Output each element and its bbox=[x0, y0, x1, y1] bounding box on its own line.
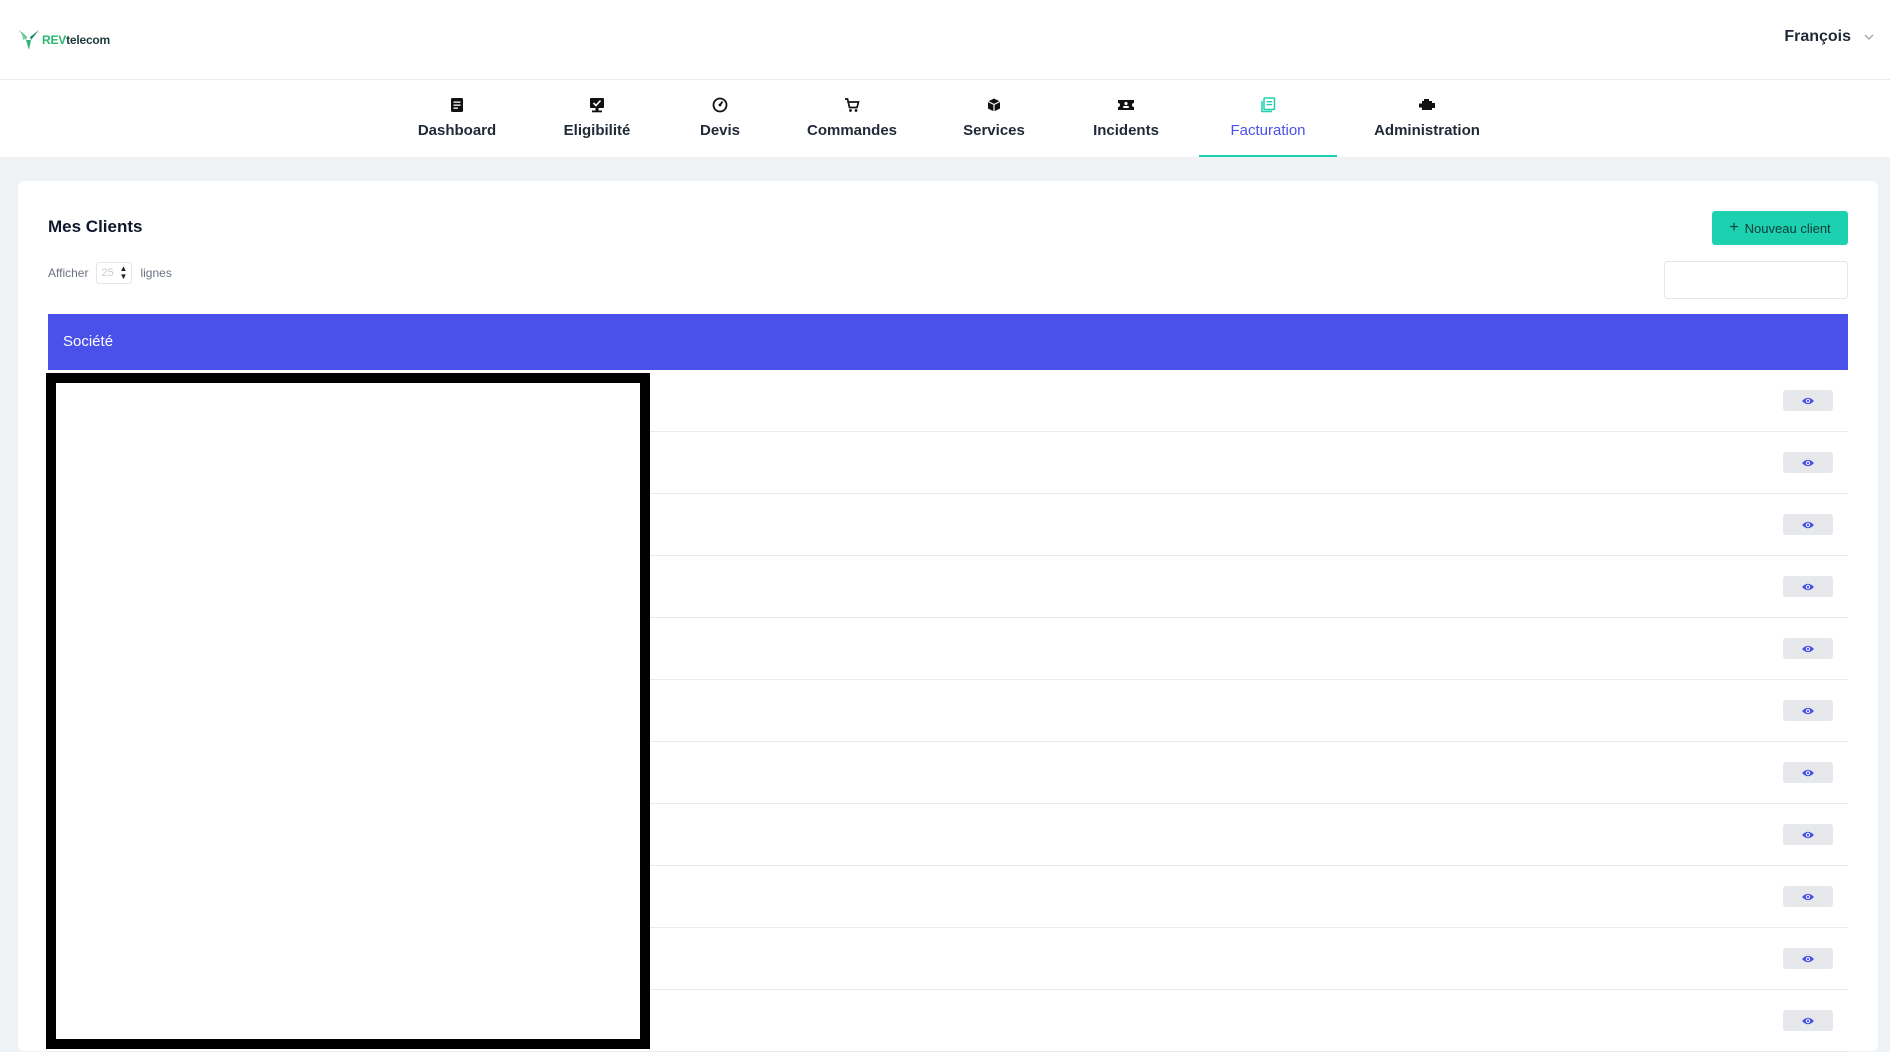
eye-icon bbox=[1802, 459, 1814, 466]
logo-mark-icon bbox=[19, 30, 39, 50]
engine-icon bbox=[1418, 96, 1436, 114]
ticket-icon bbox=[1117, 96, 1135, 114]
nav-item-devis[interactable]: Devis bbox=[696, 80, 744, 157]
user-name: François bbox=[1784, 28, 1851, 45]
view-client-button[interactable] bbox=[1783, 886, 1833, 907]
view-client-button[interactable] bbox=[1783, 700, 1833, 721]
nav-label: Dashboard bbox=[417, 122, 497, 139]
document-list-icon bbox=[448, 96, 466, 114]
view-client-button[interactable] bbox=[1783, 824, 1833, 845]
eye-icon bbox=[1802, 955, 1814, 962]
nav-item-commandes[interactable]: Commandes bbox=[806, 80, 898, 157]
eye-icon bbox=[1802, 769, 1814, 776]
nav-item-eligibilite[interactable]: Eligibilité bbox=[556, 80, 638, 157]
monitor-check-icon bbox=[588, 96, 606, 114]
eye-icon bbox=[1802, 645, 1814, 652]
new-client-label: Nouveau client bbox=[1744, 220, 1831, 236]
show-suffix: lignes bbox=[140, 266, 172, 280]
view-client-button[interactable] bbox=[1783, 948, 1833, 969]
user-menu[interactable]: François bbox=[1784, 28, 1875, 46]
nav-item-incidents[interactable]: Incidents bbox=[1092, 80, 1160, 157]
nav-label: Facturation bbox=[1230, 122, 1306, 139]
top-header: REVtelecom François bbox=[0, 0, 1890, 80]
nav-label: Administration bbox=[1374, 122, 1480, 139]
nav-item-administration[interactable]: Administration bbox=[1374, 80, 1480, 157]
view-client-button[interactable] bbox=[1783, 762, 1833, 783]
sort-arrows-icon: ▲ ▼ bbox=[119, 264, 128, 281]
page-length-value: 25 bbox=[101, 267, 114, 279]
chevron-down-icon bbox=[1864, 34, 1874, 40]
eye-icon bbox=[1802, 1017, 1814, 1024]
nav-item-services[interactable]: Services bbox=[962, 80, 1026, 157]
nav-label: Commandes bbox=[806, 122, 898, 139]
nav-item-dashboard[interactable]: Dashboard bbox=[414, 80, 500, 157]
eye-icon bbox=[1802, 707, 1814, 714]
eye-icon bbox=[1802, 583, 1814, 590]
page-length-select[interactable]: 25 ▲ ▼ bbox=[96, 262, 133, 284]
view-client-button[interactable] bbox=[1783, 576, 1833, 597]
nav-item-facturation[interactable]: Facturation bbox=[1199, 80, 1337, 157]
page-length-control: Afficher 25 ▲ ▼ lignes bbox=[48, 262, 172, 284]
nav-label: Incidents bbox=[1093, 122, 1159, 139]
gauge-icon bbox=[711, 96, 729, 114]
view-client-button[interactable] bbox=[1783, 638, 1833, 659]
nav-label: Services bbox=[963, 122, 1025, 139]
show-prefix: Afficher bbox=[48, 266, 89, 280]
view-client-button[interactable] bbox=[1783, 390, 1833, 411]
invoice-icon bbox=[1259, 96, 1277, 114]
eye-icon bbox=[1802, 397, 1814, 404]
eye-icon bbox=[1802, 521, 1814, 528]
table-header: Société bbox=[48, 314, 1848, 370]
plus-icon: + bbox=[1729, 219, 1739, 236]
revtelecom-logo[interactable]: REVtelecom bbox=[18, 28, 110, 52]
view-client-button[interactable] bbox=[1783, 452, 1833, 473]
box-icon bbox=[985, 96, 1003, 114]
nav-label: Devis bbox=[699, 122, 741, 139]
cart-icon bbox=[843, 96, 861, 114]
eye-icon bbox=[1802, 831, 1814, 838]
main-nav: Dashboard Eligibilité Devis Commandes Se… bbox=[0, 80, 1890, 157]
page-title: Mes Clients bbox=[48, 217, 143, 236]
view-client-button[interactable] bbox=[1783, 514, 1833, 535]
logo-text: REVtelecom bbox=[42, 33, 111, 47]
view-client-button[interactable] bbox=[1783, 1010, 1833, 1031]
column-header-societe[interactable]: Société bbox=[63, 333, 113, 350]
nav-label: Eligibilité bbox=[563, 122, 631, 139]
new-client-button[interactable]: + Nouveau client bbox=[1712, 211, 1848, 245]
search-input[interactable] bbox=[1664, 261, 1848, 299]
redaction-box bbox=[46, 373, 650, 1049]
eye-icon bbox=[1802, 893, 1814, 900]
